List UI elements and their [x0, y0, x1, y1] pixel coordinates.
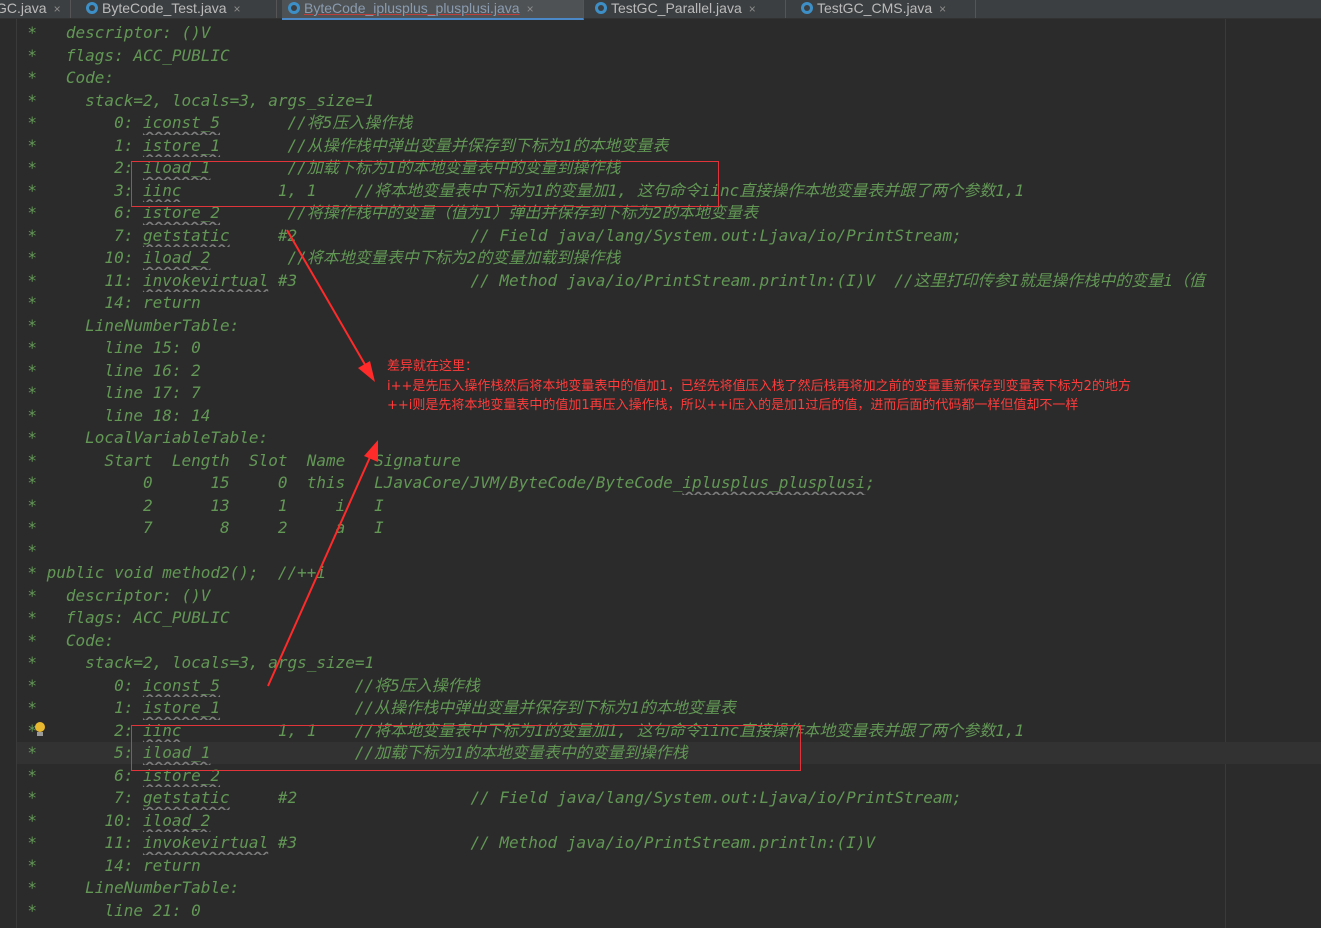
- annotation-plusplusi: ++i则是先将本地变量表中的值加1再压入操作栈，所以++i压入的是加1过后的值，…: [387, 398, 1079, 413]
- annotation-title: 差异就在这里：: [387, 359, 479, 374]
- arrow-down-head: [364, 440, 378, 462]
- arrow-down-line: [267, 454, 372, 687]
- annotation-iplusplus: i++是先压入操作栈然后将本地变量表中的值加1，已经先将值压入栈了然后栈再将加之…: [387, 378, 1131, 394]
- arrow-up-head: [358, 361, 375, 382]
- annotation-note: 差异就在这里： i++是先压入操作栈然后将本地变量表中的值加1，已经先将值压入栈…: [387, 357, 1247, 416]
- annotation-arrows: [267, 229, 378, 687]
- arrow-up-line: [286, 229, 368, 369]
